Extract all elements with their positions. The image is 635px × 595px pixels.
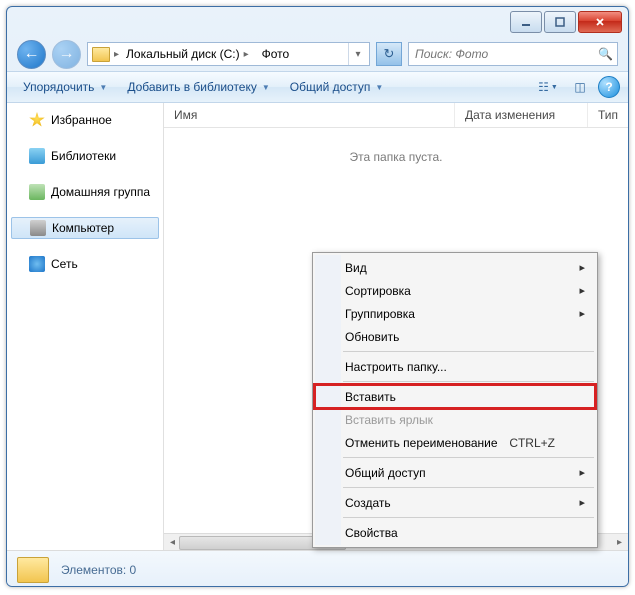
sidebar-item-favorites[interactable]: Избранное — [7, 109, 163, 131]
context-menu-item[interactable]: Настроить папку... — [315, 355, 595, 378]
navbar: ← → ▸ Локальный диск (C:) ▸ Фото ▾ ↻ 🔍 — [7, 37, 628, 71]
help-button[interactable]: ? — [598, 76, 620, 98]
scroll-right-icon[interactable]: ▸ — [613, 537, 626, 548]
column-headers: Имя Дата изменения Тип — [164, 103, 628, 128]
context-menu-separator — [343, 517, 594, 518]
context-menu-label: Группировка — [345, 307, 415, 321]
context-menu-shortcut: CTRL+Z — [509, 436, 555, 450]
sidebar-item-computer[interactable]: Компьютер — [11, 217, 159, 239]
sidebar-item-homegroup[interactable]: Домашняя группа — [7, 181, 163, 203]
chevron-down-icon: ▼ — [262, 83, 270, 92]
organize-button[interactable]: Упорядочить ▼ — [15, 76, 115, 98]
toolbar: Упорядочить ▼ Добавить в библиотеку ▼ Об… — [7, 71, 628, 103]
context-menu-item[interactable]: Вставить — [315, 385, 595, 408]
column-header-name[interactable]: Имя — [164, 103, 455, 127]
address-dropdown[interactable]: ▾ — [348, 43, 367, 65]
search-input[interactable] — [413, 46, 598, 62]
context-menu-label: Сортировка — [345, 284, 411, 298]
context-menu-item: Вставить ярлык — [315, 408, 595, 431]
sidebar: Избранное Библиотеки Домашняя группа Ком… — [7, 103, 164, 550]
context-menu-label: Вставить ярлык — [345, 413, 433, 427]
context-menu-item[interactable]: Сортировка — [315, 279, 595, 302]
refresh-icon: ↻ — [384, 46, 395, 62]
status-text: Элементов: 0 — [61, 563, 136, 577]
context-menu-separator — [343, 351, 594, 352]
view-options-button[interactable]: ☷ ▼ — [534, 75, 562, 99]
context-menu-label: Отменить переименование — [345, 436, 498, 450]
close-button[interactable] — [578, 11, 622, 33]
statusbar: Элементов: 0 — [7, 550, 628, 587]
sidebar-item-label: Библиотеки — [51, 149, 116, 163]
search-icon: 🔍 — [598, 47, 613, 61]
preview-pane-button[interactable]: ◫ — [566, 75, 594, 99]
context-menu-label: Вид — [345, 261, 367, 275]
folder-icon — [92, 47, 110, 62]
context-menu-label: Общий доступ — [345, 466, 426, 480]
sidebar-item-network[interactable]: Сеть — [7, 253, 163, 275]
homegroup-icon — [29, 184, 45, 200]
help-icon: ? — [605, 80, 612, 94]
refresh-button[interactable]: ↻ — [376, 42, 402, 66]
context-menu: Вид Сортировка Группировка Обновить Настроит… — [312, 252, 598, 548]
column-label: Имя — [174, 108, 197, 122]
titlebar — [7, 7, 628, 37]
chevron-down-icon: ▼ — [375, 83, 383, 92]
context-menu-label: Обновить — [345, 330, 399, 344]
window-controls — [510, 11, 622, 33]
column-header-date[interactable]: Дата изменения — [455, 103, 588, 127]
sidebar-item-label: Домашняя группа — [51, 185, 150, 199]
breadcrumb[interactable]: Локальный диск (C:) ▸ — [119, 43, 255, 65]
context-menu-item[interactable]: Группировка — [315, 302, 595, 325]
toolbar-label: Общий доступ — [290, 80, 371, 94]
empty-folder-text: Эта папка пуста. — [164, 150, 628, 164]
sidebar-item-label: Компьютер — [52, 221, 114, 235]
context-menu-separator — [343, 457, 594, 458]
context-menu-item[interactable]: Отменить переименование CTRL+Z — [315, 431, 595, 454]
back-button[interactable]: ← — [17, 40, 46, 69]
network-icon — [29, 256, 45, 272]
libraries-icon — [29, 148, 45, 164]
explorer-window: ← → ▸ Локальный диск (C:) ▸ Фото ▾ ↻ 🔍 — [6, 6, 629, 587]
context-menu-item[interactable]: Свойства — [315, 521, 595, 544]
sidebar-item-label: Сеть — [51, 257, 78, 271]
context-menu-item[interactable]: Создать — [315, 491, 595, 514]
context-menu-label: Вставить — [345, 390, 396, 404]
breadcrumb[interactable]: Фото — [255, 43, 296, 65]
toolbar-label: Добавить в библиотеку — [127, 80, 257, 94]
arrow-right-icon: → — [59, 45, 75, 63]
add-to-library-button[interactable]: Добавить в библиотеку ▼ — [119, 76, 277, 98]
computer-icon — [30, 220, 46, 236]
search-box[interactable]: 🔍 — [408, 42, 618, 66]
breadcrumb-label: Локальный диск (C:) — [126, 47, 240, 61]
context-menu-item[interactable]: Вид — [315, 256, 595, 279]
sidebar-item-label: Избранное — [51, 113, 112, 127]
column-header-type[interactable]: Тип — [588, 103, 628, 127]
folder-icon — [17, 557, 49, 583]
breadcrumb-label: Фото — [262, 47, 290, 61]
arrow-left-icon: ← — [24, 45, 40, 63]
context-menu-label: Создать — [345, 496, 391, 510]
column-label: Тип — [598, 108, 618, 122]
chevron-down-icon: ▼ — [551, 84, 558, 91]
maximize-button[interactable] — [544, 11, 576, 33]
column-label: Дата изменения — [465, 108, 555, 122]
star-icon — [29, 112, 45, 128]
panel-icon: ◫ — [574, 80, 585, 94]
chevron-down-icon: ▼ — [99, 83, 107, 92]
scroll-left-icon[interactable]: ◂ — [166, 537, 179, 548]
context-menu-label: Настроить папку... — [345, 360, 447, 374]
context-menu-separator — [343, 487, 594, 488]
minimize-button[interactable] — [510, 11, 542, 33]
address-bar[interactable]: ▸ Локальный диск (C:) ▸ Фото ▾ — [87, 42, 370, 66]
context-menu-item[interactable]: Общий доступ — [315, 461, 595, 484]
toolbar-label: Упорядочить — [23, 80, 94, 94]
context-menu-item[interactable]: Обновить — [315, 325, 595, 348]
forward-button[interactable]: → — [52, 40, 81, 69]
share-button[interactable]: Общий доступ ▼ — [282, 76, 392, 98]
chevron-right-icon[interactable]: ▸ — [244, 49, 249, 60]
sidebar-item-libraries[interactable]: Библиотеки — [7, 145, 163, 167]
context-menu-separator — [343, 381, 594, 382]
layout-icon: ☷ — [538, 80, 549, 94]
context-menu-label: Свойства — [345, 526, 398, 540]
